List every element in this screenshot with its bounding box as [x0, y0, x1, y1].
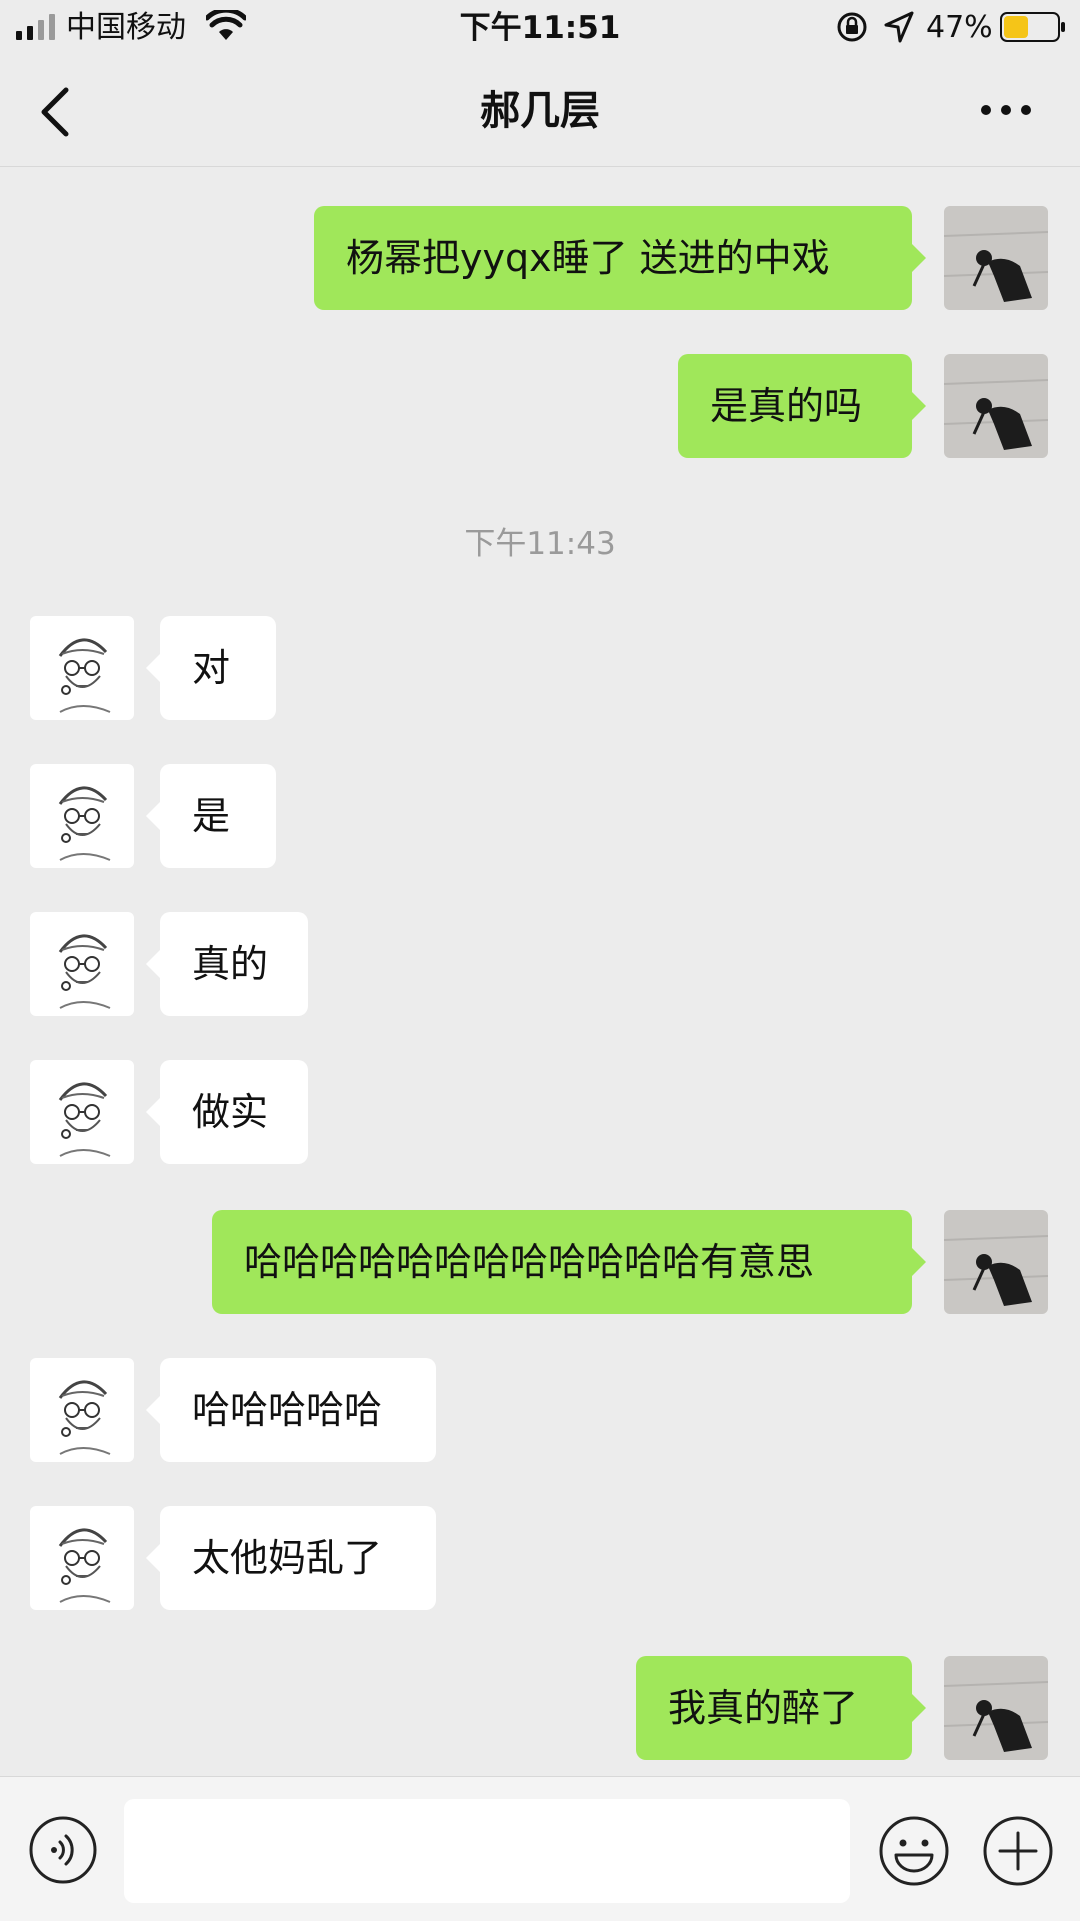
my-avatar[interactable]	[944, 354, 1048, 458]
my-avatar[interactable]	[944, 206, 1048, 310]
contact-avatar[interactable]	[30, 616, 134, 720]
my-avatar-image	[944, 354, 1048, 458]
input-bar	[0, 1776, 1080, 1921]
plus-icon[interactable]	[982, 1815, 1054, 1887]
voice-icon[interactable]	[28, 1815, 98, 1885]
status-bar: 中国移动 下午11:51 47%	[0, 0, 1080, 56]
contact-avatar[interactable]	[30, 1060, 134, 1164]
contact-avatar-image	[30, 764, 134, 868]
nav-bar: 郝几层	[0, 56, 1080, 167]
contact-avatar[interactable]	[30, 764, 134, 868]
message-bubble-sent[interactable]: 我真的醉了	[636, 1656, 926, 1760]
my-avatar[interactable]	[944, 1210, 1048, 1314]
more-icon[interactable]	[978, 90, 1034, 130]
message-bubble-received[interactable]: 对	[146, 616, 276, 720]
battery-fill	[1004, 16, 1028, 38]
message-bubble-received[interactable]: 太他妈乱了	[146, 1506, 436, 1610]
message-input[interactable]	[124, 1799, 850, 1903]
my-avatar[interactable]	[944, 1656, 1048, 1760]
contact-avatar[interactable]	[30, 1358, 134, 1462]
rotation-lock-icon	[837, 12, 867, 42]
contact-avatar-image	[30, 1060, 134, 1164]
message-bubble-received[interactable]: 是	[146, 764, 276, 868]
contact-avatar[interactable]	[30, 912, 134, 1016]
my-avatar-image	[944, 1656, 1048, 1760]
contact-avatar-image	[30, 912, 134, 1016]
message-bubble-sent[interactable]: 杨幂把yyqx睡了 送进的中戏	[314, 206, 926, 310]
status-time: 下午11:51	[459, 10, 621, 46]
message-bubble-sent[interactable]: 是真的吗	[678, 354, 926, 458]
my-avatar-image	[944, 1210, 1048, 1314]
message-timestamp: 下午11:43	[464, 526, 616, 562]
battery-percent: 47%	[926, 10, 993, 45]
battery-icon	[1000, 12, 1065, 42]
message-bubble-received[interactable]: 真的	[146, 912, 308, 1016]
contact-avatar-image	[30, 1506, 134, 1610]
contact-avatar[interactable]	[30, 1506, 134, 1610]
contact-avatar-image	[30, 616, 134, 720]
emoji-icon[interactable]	[878, 1815, 950, 1887]
message-bubble-received[interactable]: 哈哈哈哈哈	[146, 1358, 436, 1462]
location-icon	[884, 11, 914, 43]
contact-avatar-image	[30, 1358, 134, 1462]
message-bubble-received[interactable]: 做实	[146, 1060, 308, 1164]
my-avatar-image	[944, 206, 1048, 310]
chat-title: 郝几层	[480, 88, 600, 134]
message-bubble-sent[interactable]: 哈哈哈哈哈哈哈哈哈哈哈哈有意思	[212, 1210, 926, 1314]
